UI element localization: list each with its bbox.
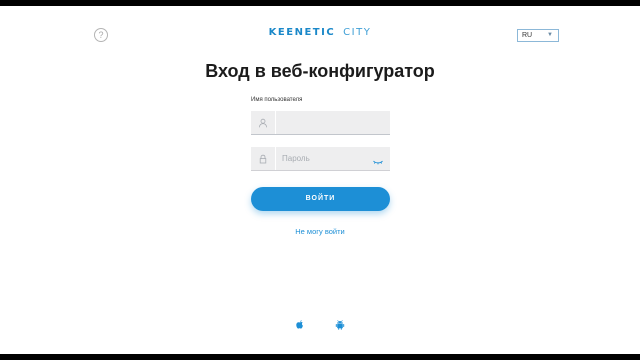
page-title: Вход в веб-конфигуратор bbox=[205, 61, 435, 81]
language-select[interactable]: RU ▼ bbox=[517, 29, 559, 42]
password-input[interactable] bbox=[278, 147, 373, 170]
keenetic-logo: KEENETIC CITY bbox=[240, 27, 400, 38]
username-label: Имя пользователя bbox=[251, 97, 303, 103]
logo-brand: KEENETIC bbox=[268, 27, 336, 38]
username-field bbox=[251, 111, 390, 135]
username-input[interactable] bbox=[278, 111, 388, 134]
login-button[interactable]: ВОЙТИ bbox=[251, 187, 390, 211]
login-page: ? KEENETIC CITY RU ▼ Вход в веб-конфигура… bbox=[0, 6, 640, 354]
password-field bbox=[251, 147, 390, 171]
android-icon[interactable] bbox=[334, 318, 346, 330]
logo-model: CITY bbox=[343, 27, 372, 38]
chevron-down-icon: ▼ bbox=[547, 32, 553, 38]
language-value: RU bbox=[522, 32, 533, 39]
user-icon bbox=[251, 111, 276, 134]
lock-icon bbox=[251, 147, 276, 170]
cant-login-link[interactable]: Не могу войти bbox=[0, 227, 640, 236]
apple-icon[interactable] bbox=[294, 318, 306, 330]
question-circle-icon[interactable]: ? bbox=[94, 28, 108, 42]
eye-closed-icon[interactable] bbox=[372, 154, 384, 165]
